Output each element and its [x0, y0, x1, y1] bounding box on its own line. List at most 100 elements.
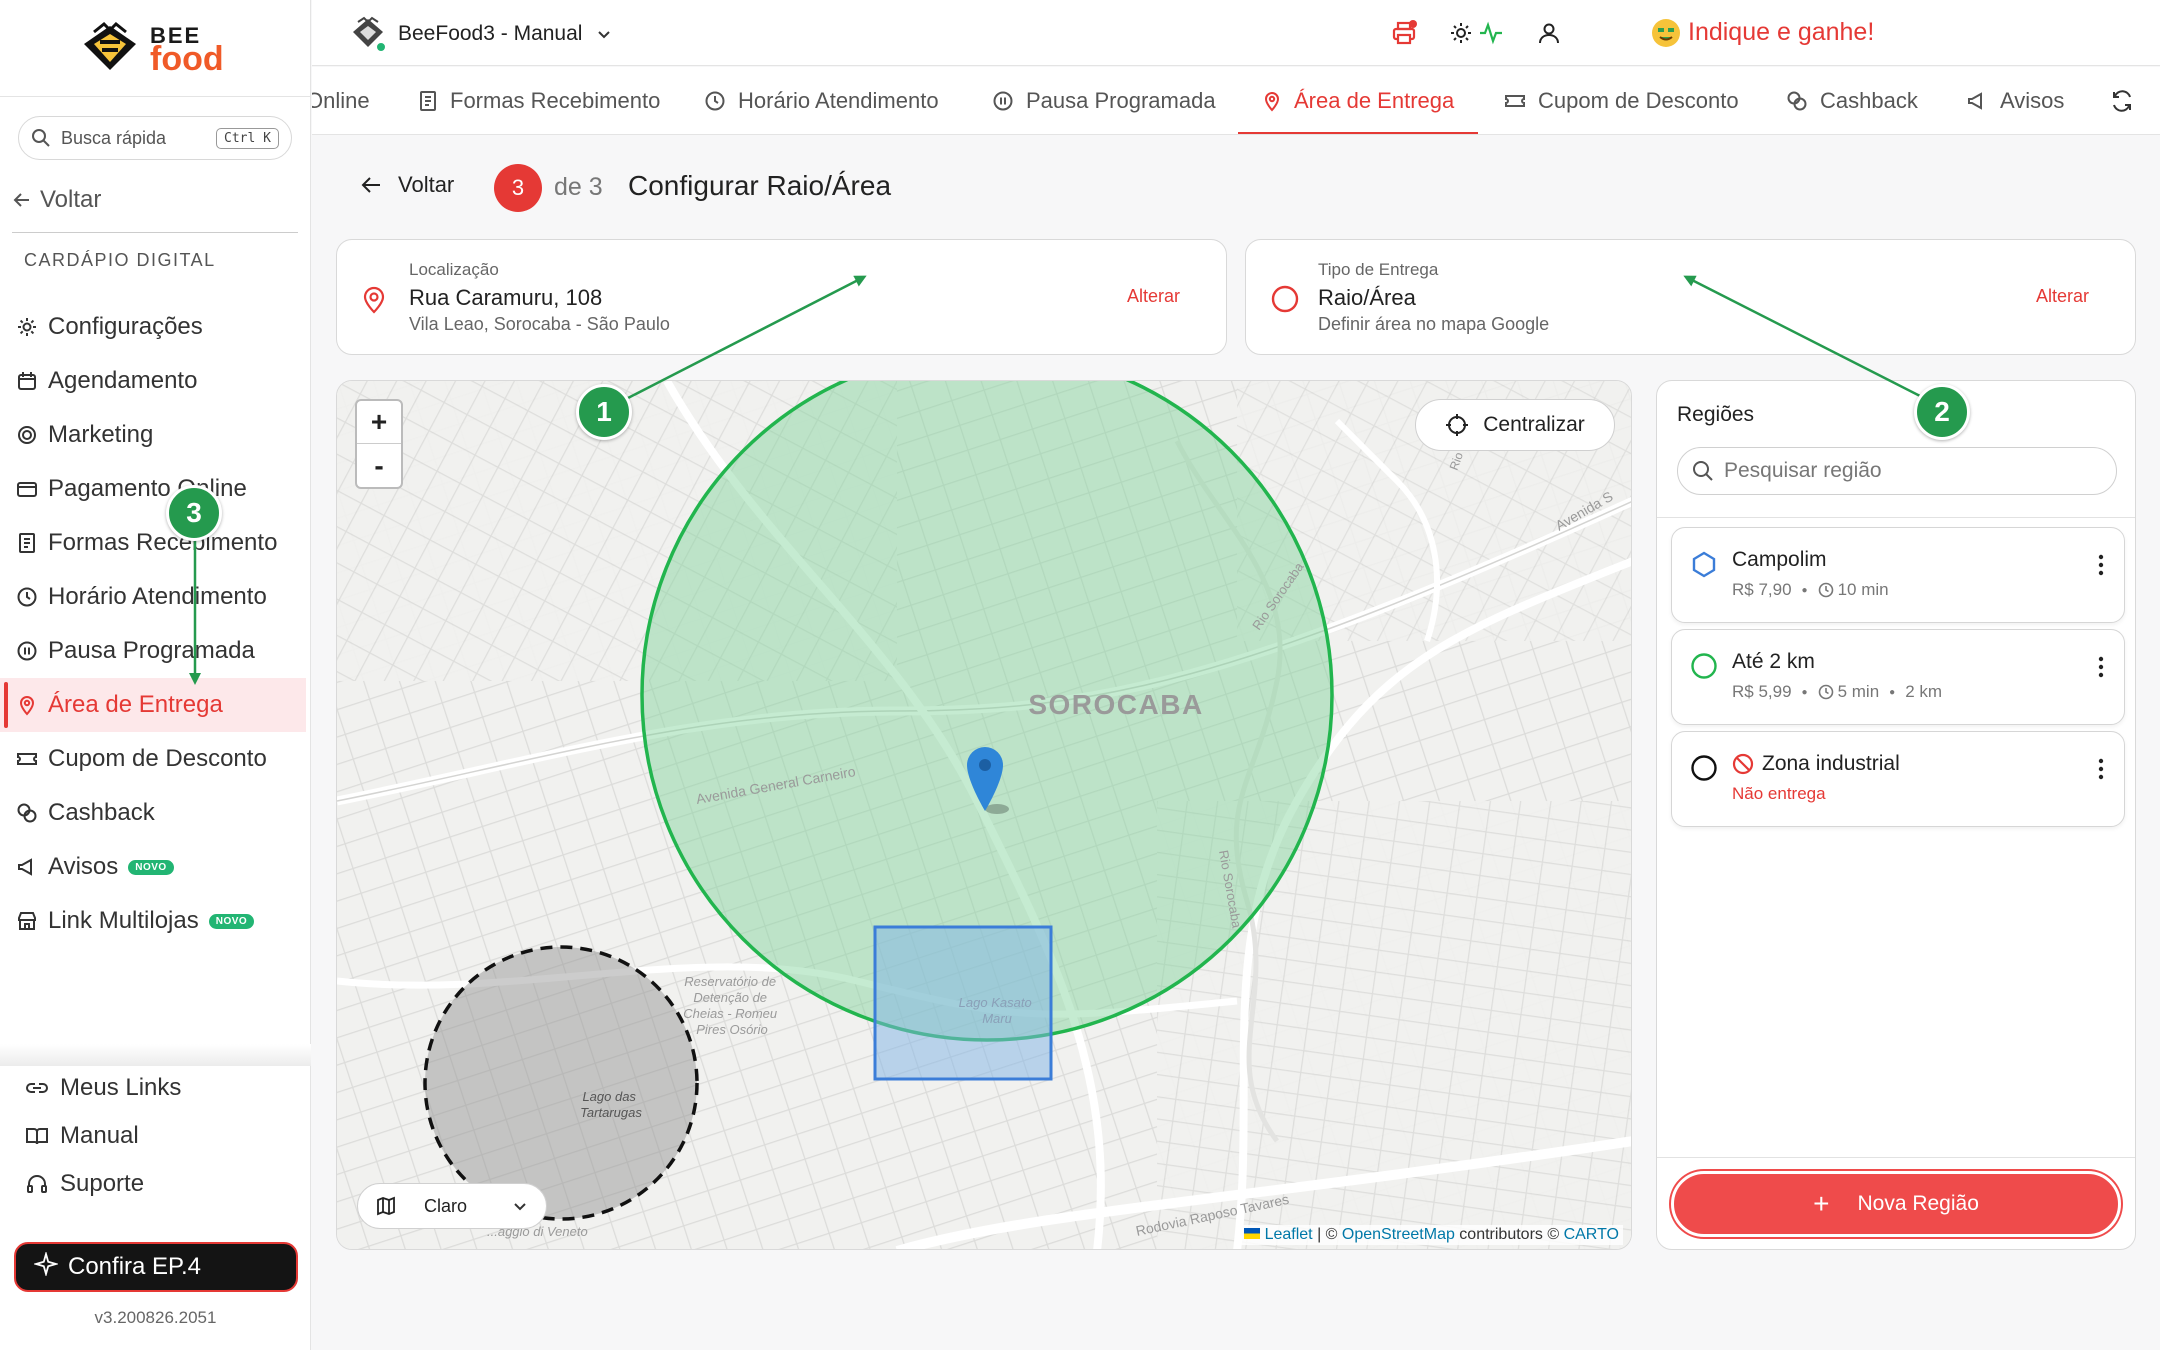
zoom-out-button[interactable]: -: [357, 444, 401, 487]
money-face-icon: [1652, 18, 1680, 47]
sidebar-meus-links[interactable]: Meus Links: [0, 1064, 311, 1112]
pause-icon: [14, 638, 40, 664]
quick-search-input[interactable]: Busca rápida Ctrl K: [18, 116, 292, 160]
step-total: de 3: [554, 173, 603, 201]
sidebar-item-marketing[interactable]: Marketing: [0, 408, 311, 462]
region-item-ate-2km[interactable]: Até 2 km R$ 5,99 ● 5 min ● 2 km: [1671, 629, 2125, 725]
printer-icon[interactable]: [1389, 18, 1419, 48]
region-search-input[interactable]: Pesquisar região: [1677, 447, 2117, 495]
referral-link[interactable]: Indique e ganhe!: [1652, 18, 1874, 47]
coins-icon: [14, 800, 40, 826]
annotation-badge-1: 1: [576, 384, 632, 440]
center-map-button[interactable]: Centralizar: [1415, 399, 1615, 451]
tab-label: Avisos: [2000, 88, 2065, 113]
sidebar-nav: Configurações Agendamento Marketing Paga…: [0, 300, 311, 948]
online-status-dot: [375, 41, 387, 53]
tab-online[interactable]: Online: [312, 67, 370, 134]
refresh-button[interactable]: [2110, 67, 2146, 134]
no-delivery-zone[interactable]: [423, 945, 699, 1221]
map-pin-icon: [14, 692, 40, 718]
region-item-campolim[interactable]: Campolim R$ 7,90 ● 10 min: [1671, 527, 2125, 623]
activity-icon[interactable]: [1476, 18, 1506, 48]
tab-cashback[interactable]: Cashback: [1786, 67, 1918, 134]
new-badge: NOVO: [208, 913, 255, 929]
osm-link[interactable]: OpenStreetMap: [1342, 1226, 1455, 1243]
sidebar-item-link-multilojas[interactable]: Link Multilojas NOVO: [0, 894, 311, 948]
megaphone-icon: [14, 854, 40, 880]
center-map-label: Centralizar: [1483, 413, 1585, 436]
sidebar: BEE food Busca rápida Ctrl K Voltar CARD…: [0, 0, 311, 1350]
confira-episode-button[interactable]: Confira EP.4: [14, 1242, 298, 1292]
arrow-left-icon: [361, 177, 380, 193]
sidebar-back-link[interactable]: Voltar: [12, 186, 101, 214]
tab-horario-atendimento[interactable]: Horário Atendimento: [704, 67, 939, 134]
region-more-menu[interactable]: [2098, 656, 2104, 683]
new-region-button[interactable]: + Nova Região: [1671, 1171, 2121, 1237]
tab-label: Online: [312, 88, 370, 113]
carto-link[interactable]: CARTO: [1564, 1226, 1619, 1243]
page-back-label: Voltar: [398, 172, 455, 197]
sidebar-item-pausa-programada[interactable]: Pausa Programada: [0, 624, 311, 678]
region-more-menu[interactable]: [2098, 554, 2104, 581]
plus-icon: +: [1813, 1188, 1830, 1219]
sidebar-item-pagamento-online[interactable]: Pagamento Online: [0, 462, 311, 516]
target-icon: [14, 422, 40, 448]
card-icon: [14, 476, 40, 502]
delivery-map[interactable]: SOROCABA Avenida General Carneiro Reserv…: [336, 380, 1632, 1250]
map-style-select[interactable]: Claro: [357, 1183, 547, 1229]
region-item-zona-industrial[interactable]: Zona industrial Não entrega: [1671, 731, 2125, 827]
chevron-down-icon: [598, 31, 611, 39]
sidebar-item-area-de-entrega[interactable]: Área de Entrega: [0, 678, 306, 732]
sparkle-icon: [32, 1250, 60, 1283]
store-name: BeeFood3 - Manual: [398, 22, 583, 45]
region-time: 5 min: [1837, 682, 1880, 701]
sidebar-suporte[interactable]: Suporte: [0, 1160, 311, 1208]
map-pin-icon: [1262, 90, 1282, 112]
map-icon: [377, 1196, 395, 1216]
tab-area-de-entrega[interactable]: Área de Entrega: [1237, 67, 1479, 134]
zoom-in-button[interactable]: +: [357, 401, 401, 444]
book-icon: [22, 1125, 52, 1147]
map-attribution: Leaflet | © OpenStreetMap contributors ©…: [1240, 1225, 1623, 1245]
sidebar-manual[interactable]: Manual: [0, 1112, 311, 1160]
beefood-logo[interactable]: BEE food: [80, 22, 240, 78]
receipt-icon: [14, 530, 40, 556]
sidebar-bottom-label: Meus Links: [60, 1074, 182, 1101]
region-meta: R$ 7,90 ● 10 min: [1732, 580, 1889, 600]
sidebar-item-formas-recebimento[interactable]: Formas Recebimento: [0, 516, 311, 570]
sidebar-item-cashback[interactable]: Cashback: [0, 786, 311, 840]
sidebar-item-label: Pausa Programada: [48, 637, 255, 664]
theme-sun-icon[interactable]: [1446, 18, 1476, 48]
leaflet-link[interactable]: Leaflet: [1265, 1226, 1313, 1243]
sidebar-item-configuracoes[interactable]: Configurações: [0, 300, 311, 354]
clock-icon: [704, 90, 726, 112]
region-name: Até 2 km: [1732, 650, 1815, 673]
change-delivery-type-button[interactable]: Alterar: [2036, 286, 2089, 307]
tab-avisos[interactable]: Avisos: [1966, 67, 2065, 134]
delivery-type-label: Tipo de Entrega: [1318, 260, 1439, 279]
sidebar-item-horario-atendimento[interactable]: Horário Atendimento: [0, 570, 311, 624]
region-price: R$ 7,90: [1732, 580, 1792, 599]
tab-pausa-programada[interactable]: Pausa Programada: [992, 67, 1216, 134]
store-selector[interactable]: BeeFood3 - Manual: [350, 16, 612, 53]
regions-panel: Regiões Pesquisar região Campolim R$ 7,9…: [1656, 380, 2136, 1250]
sidebar-item-avisos[interactable]: Avisos NOVO: [0, 840, 311, 894]
link-icon: [22, 1077, 52, 1099]
zoom-control: + -: [355, 399, 403, 489]
regions-divider: [1657, 517, 2135, 518]
user-icon[interactable]: [1534, 18, 1564, 48]
region-more-menu[interactable]: [2098, 758, 2104, 785]
sidebar-item-label: Avisos: [48, 853, 119, 880]
sidebar-item-agendamento[interactable]: Agendamento: [0, 354, 311, 408]
change-location-button[interactable]: Alterar: [1127, 286, 1180, 307]
region-status: Não entrega: [1732, 784, 1826, 803]
page-back-button[interactable]: Voltar: [360, 172, 454, 198]
sidebar-item-cupom-de-desconto[interactable]: Cupom de Desconto: [0, 732, 311, 786]
ticket-icon: [1504, 90, 1526, 112]
confira-label: Confira EP.4: [68, 1253, 201, 1280]
location-card: Localização Rua Caramuru, 108 Vila Leao,…: [336, 239, 1227, 355]
map-canvas[interactable]: SOROCABA Avenida General Carneiro Reserv…: [337, 381, 1632, 1250]
location-city: Vila Leao, Sorocaba - São Paulo: [409, 314, 670, 334]
tab-formas-recebimento[interactable]: Formas Recebimento: [418, 67, 660, 134]
tab-cupom-de-desconto[interactable]: Cupom de Desconto: [1504, 67, 1739, 134]
